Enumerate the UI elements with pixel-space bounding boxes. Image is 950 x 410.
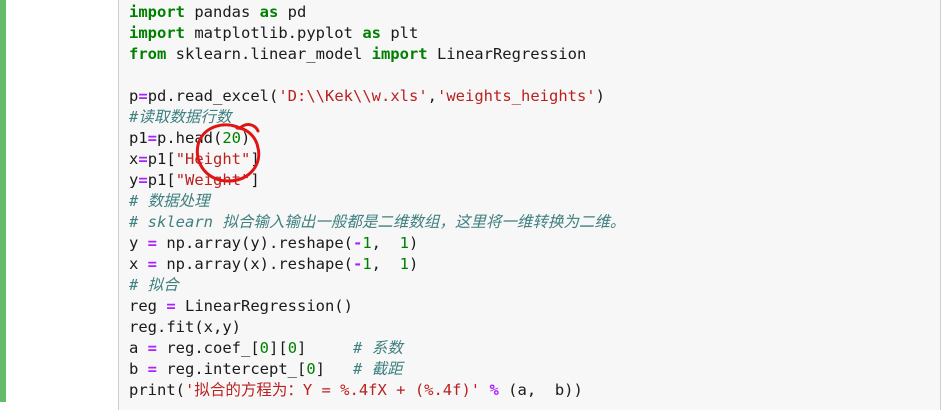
code-line: x = np.array(x).reshape(-1, 1) <box>129 254 625 275</box>
number-token: 1 <box>362 255 372 273</box>
string-token: "Weight" <box>175 171 251 189</box>
code-line: y = np.array(y).reshape(-1, 1) <box>129 233 625 254</box>
code-token: reg.intercept_[ <box>157 360 307 378</box>
code-token: ] <box>250 171 260 189</box>
code-line: import matplotlib.pyplot as plt <box>129 23 625 44</box>
code-token: ) <box>241 129 251 147</box>
number-token: 20 <box>222 129 242 147</box>
number-token: 0 <box>287 339 298 357</box>
code-line: x=p1["Height"] <box>129 149 625 170</box>
code-editor[interactable]: import pandas as pd import matplotlib.pyp… <box>129 2 625 401</box>
comment-token: # sklearn 拟合输入输出一般都是二维数组，这里将一维转换为二维。 <box>129 213 626 231</box>
code-token: LinearRegression() <box>175 297 353 315</box>
code-token: ] <box>297 339 354 357</box>
operator-token: % <box>489 381 499 399</box>
code-token: p1 <box>129 129 148 147</box>
number-token: 0 <box>306 360 316 378</box>
keyword-token: import <box>371 45 428 63</box>
code-token: np.array(x).reshape( <box>157 255 353 273</box>
code-token: a <box>129 339 148 357</box>
number-token: 1 <box>362 234 372 252</box>
code-line: reg = LinearRegression() <box>129 296 625 317</box>
string-token: 'D:\\Kek\\w.xls' <box>278 87 428 105</box>
operator-token: = <box>138 171 148 189</box>
code-line: reg.fit(x,y) <box>129 317 625 338</box>
code-line: # sklearn 拟合输入输出一般都是二维数组，这里将一维转换为二维。 <box>129 212 625 233</box>
code-line: import pandas as pd <box>129 2 625 23</box>
operator-token: = <box>138 150 148 168</box>
keyword-token: as <box>259 3 279 21</box>
operator-token: = <box>147 234 158 252</box>
code-line: # 数据处理 <box>129 191 625 212</box>
code-token: pd <box>278 3 307 21</box>
operator-token: = <box>147 129 158 147</box>
code-token: np.array(y).reshape( <box>157 234 353 252</box>
number-token: 1 <box>399 234 410 252</box>
code-token: (a, b)) <box>498 381 583 399</box>
code-token: , <box>427 87 437 105</box>
keyword-token: as <box>362 24 381 42</box>
vertical-scrollbar[interactable] <box>942 0 950 402</box>
code-token: ][ <box>269 339 288 357</box>
code-token: reg <box>129 297 167 315</box>
code-token: ] <box>315 360 353 378</box>
code-line: a = reg.coef_[0][0] # 系数 <box>129 338 625 359</box>
code-token: sklearn.linear_model <box>166 45 372 63</box>
code-token: , <box>371 234 400 252</box>
code-token: b <box>129 360 148 378</box>
number-token: 1 <box>399 255 410 273</box>
string-token: 'weights_heights' <box>437 87 596 105</box>
code-token: ) <box>595 87 605 105</box>
code-token: matplotlib.pyplot <box>185 24 363 42</box>
comment-token: # 数据处理 <box>129 192 210 210</box>
operator-token: = <box>147 339 158 357</box>
active-cell-indicator <box>0 0 6 402</box>
code-line: # 拟合 <box>129 275 625 296</box>
code-token: pandas <box>185 3 260 21</box>
string-token: '拟合的方程为：Y = %.4fX + (%.4f)' <box>185 381 481 399</box>
code-token: LinearRegression <box>427 45 587 63</box>
keyword-token: from <box>129 45 167 63</box>
code-token: pd.read_excel( <box>147 87 279 105</box>
operator-token: - <box>352 234 363 252</box>
operator-token: = <box>147 360 158 378</box>
code-token: ) <box>409 255 419 273</box>
comment-token: #读取数据行数 <box>129 108 232 126</box>
code-token: p <box>129 87 139 105</box>
keyword-token: import <box>129 3 185 21</box>
code-line: print('拟合的方程为：Y = %.4fX + (%.4f)' % (a, … <box>129 380 625 401</box>
keyword-token: import <box>129 24 185 42</box>
code-token: ) <box>409 234 419 252</box>
operator-token: = <box>138 87 148 105</box>
code-token: p1[ <box>147 171 176 189</box>
code-token: x <box>129 150 139 168</box>
comment-token: # 拟合 <box>129 276 179 294</box>
code-token: , <box>371 255 400 273</box>
operator-token: = <box>147 255 158 273</box>
operator-token: - <box>352 255 363 273</box>
code-token: reg.coef_[ <box>157 339 260 357</box>
code-token: ] <box>250 150 260 168</box>
code-line: p=pd.read_excel('D:\\Kek\\w.xls','weight… <box>129 86 625 107</box>
code-token: p1[ <box>147 150 176 168</box>
code-line: y=p1["Weight"] <box>129 170 625 191</box>
code-line: #读取数据行数 <box>129 107 625 128</box>
code-token: x <box>129 255 148 273</box>
code-token: y <box>129 171 139 189</box>
code-line: p1=p.head(20) <box>129 128 625 149</box>
code-token: reg.fit(x,y) <box>129 318 241 336</box>
prompt-gutter <box>0 0 118 402</box>
number-token: 0 <box>259 339 270 357</box>
operator-token: = <box>166 297 176 315</box>
code-line: b = reg.intercept_[0] # 截距 <box>129 359 625 380</box>
code-token: plt <box>380 24 419 42</box>
code-token: y <box>129 234 148 252</box>
code-token: print( <box>129 381 185 399</box>
code-token: p.head( <box>157 129 223 147</box>
code-line: from sklearn.linear_model import LinearR… <box>129 44 625 65</box>
comment-token: # 截距 <box>353 360 403 378</box>
comment-token: # 系数 <box>353 339 403 357</box>
string-token: "Height" <box>175 150 251 168</box>
